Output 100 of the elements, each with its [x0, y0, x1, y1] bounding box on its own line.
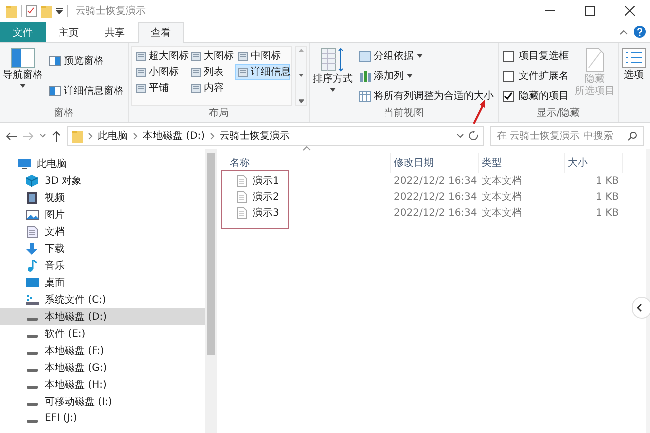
- nav-tree-item[interactable]: 系统文件 (C:): [0, 291, 205, 308]
- table-icon: [359, 90, 371, 102]
- breadcrumb-link[interactable]: 此电脑: [98, 129, 128, 143]
- nav-tree-item[interactable]: EFI (J:): [0, 410, 205, 427]
- view-command-button[interactable]: 分组依据: [357, 48, 496, 64]
- nav-tree-item[interactable]: 下载: [0, 240, 205, 257]
- collapse-ribbon-icon[interactable]: [620, 30, 628, 34]
- nav-tree-item[interactable]: 音乐: [0, 257, 205, 274]
- checkbox-option[interactable]: 隐藏的项目: [501, 88, 571, 104]
- checkbox-option[interactable]: 项目复选框: [501, 48, 571, 64]
- cube-icon: [26, 174, 39, 186]
- dropdown-icon[interactable]: [56, 8, 63, 14]
- checkbox-option[interactable]: 文件扩展名: [501, 68, 571, 84]
- file-name[interactable]: 演示2: [253, 190, 280, 204]
- nav-tree-item[interactable]: 视频: [0, 189, 205, 206]
- layout-option[interactable]: 详细信息: [235, 64, 290, 80]
- nav-tree-item[interactable]: 本地磁盘 (G:): [0, 359, 205, 376]
- nav-tree-item[interactable]: 此电脑: [0, 155, 205, 172]
- dropdown-caret-icon[interactable]: [457, 134, 464, 138]
- text-file-icon: [237, 207, 247, 219]
- view-icon: [136, 52, 146, 60]
- checkbox-icon[interactable]: [503, 50, 514, 62]
- table-cell-text: 1 KB: [595, 208, 620, 218]
- view-icon: [238, 68, 248, 76]
- address-field[interactable]: 此电脑 本地磁盘 (D:) 云骑士恢复演示: [67, 126, 484, 146]
- sort-by-button[interactable]: 排序方式: [312, 46, 354, 106]
- up-arrow-icon[interactable]: [52, 130, 61, 142]
- drive-icon: [27, 368, 38, 372]
- refresh-icon[interactable]: [469, 131, 479, 141]
- column-header[interactable]: 修改日期: [391, 153, 479, 173]
- file-name[interactable]: 演示1: [253, 174, 280, 188]
- nav-tree-item[interactable]: 桌面: [0, 274, 205, 291]
- document-icon: [26, 226, 39, 238]
- layout-option[interactable]: 超大图标: [133, 48, 188, 64]
- back-arrow-icon[interactable]: [6, 132, 17, 140]
- nav-tree-item[interactable]: 可移动磁盘 (I:): [0, 393, 205, 410]
- layout-option[interactable]: 内容: [188, 80, 235, 96]
- nav-tree-item[interactable]: 3D 对象: [0, 172, 205, 189]
- ribbon-tab[interactable]: 文件: [0, 22, 46, 42]
- chevron-icon: [210, 132, 216, 140]
- column-header[interactable]: 大小: [565, 153, 623, 173]
- collapse-pane-button[interactable]: [632, 297, 650, 319]
- drive-icon: [27, 352, 38, 354]
- group-label: 当前视图: [384, 106, 424, 121]
- scrollbar[interactable]: [205, 149, 217, 433]
- nav-tree-item[interactable]: 本地磁盘 (D:): [0, 308, 205, 325]
- search-icon[interactable]: [628, 132, 637, 140]
- breadcrumb-link[interactable]: 云骑士恢复演示: [220, 129, 290, 143]
- scroll-down-icon[interactable]: [298, 74, 304, 76]
- column-header[interactable]: 类型: [479, 153, 565, 173]
- table-cell-text: 2022/12/2 16:34: [393, 176, 478, 186]
- layout-option[interactable]: 小图标: [133, 64, 188, 80]
- navigation-pane-button[interactable]: 导航窗格: [2, 46, 44, 106]
- pane-toggle-button[interactable]: 详细信息窗格: [47, 83, 126, 99]
- view-command-button[interactable]: 添加列: [357, 68, 496, 84]
- annotation-arrow: [472, 100, 486, 124]
- checklist-icon[interactable]: [26, 5, 37, 17]
- pane-icon: [49, 56, 61, 66]
- file-name-cell[interactable]: 演示1: [227, 174, 391, 188]
- checkbox-icon[interactable]: [503, 70, 514, 82]
- recent-caret-icon[interactable]: [40, 134, 46, 138]
- ribbon-tab[interactable]: 主页: [46, 22, 92, 42]
- table-cell-text: 1 KB: [595, 176, 620, 186]
- view-icon: [191, 52, 201, 60]
- file-name-cell[interactable]: 演示3: [227, 206, 391, 220]
- ribbon-tab[interactable]: 共享: [92, 22, 138, 42]
- nav-tree-item[interactable]: 软件 (E:): [0, 325, 205, 342]
- folder-icon: [72, 130, 83, 142]
- view-icon: [136, 68, 146, 76]
- nav-tree-item[interactable]: 图片: [0, 206, 205, 223]
- view-command-button[interactable]: 将所有列调整为合适的大小: [357, 88, 496, 104]
- layout-option[interactable]: 中图标: [235, 48, 290, 64]
- document-icon: [586, 48, 604, 72]
- window-title: 云骑士恢复演示: [76, 4, 146, 18]
- nav-tree-item[interactable]: 本地磁盘 (H:): [0, 376, 205, 393]
- drive-icon: [27, 386, 38, 388]
- ribbon-tab[interactable]: 查看: [138, 22, 184, 43]
- nav-tree-item[interactable]: 本地磁盘 (F:): [0, 342, 205, 359]
- layout-option[interactable]: 平铺: [133, 80, 188, 96]
- text-file-icon: [237, 175, 247, 187]
- close-icon: [625, 6, 635, 16]
- checkbox-icon[interactable]: [503, 90, 514, 102]
- column-header[interactable]: 名称: [227, 153, 391, 173]
- desktop-icon: [26, 276, 39, 288]
- music-note-icon: [26, 260, 39, 272]
- help-icon[interactable]: [634, 26, 646, 38]
- view-icon: [238, 52, 248, 60]
- file-name-cell[interactable]: 演示2: [227, 190, 391, 204]
- options-button[interactable]: 选项: [621, 46, 647, 106]
- pane-toggle-button[interactable]: 预览窗格: [47, 53, 126, 69]
- expand-gallery-icon[interactable]: [298, 98, 304, 103]
- sort-caret-icon[interactable]: [303, 146, 311, 151]
- computer-icon: [18, 158, 31, 170]
- group-label: 窗格: [54, 106, 74, 121]
- file-name[interactable]: 演示3: [253, 206, 280, 220]
- layout-option[interactable]: 列表: [188, 64, 235, 80]
- layout-option[interactable]: 大图标: [188, 48, 235, 64]
- system-drive-icon: [26, 294, 39, 306]
- breadcrumb-link[interactable]: 本地磁盘 (D:): [143, 129, 206, 143]
- nav-tree-item[interactable]: 文档: [0, 223, 205, 240]
